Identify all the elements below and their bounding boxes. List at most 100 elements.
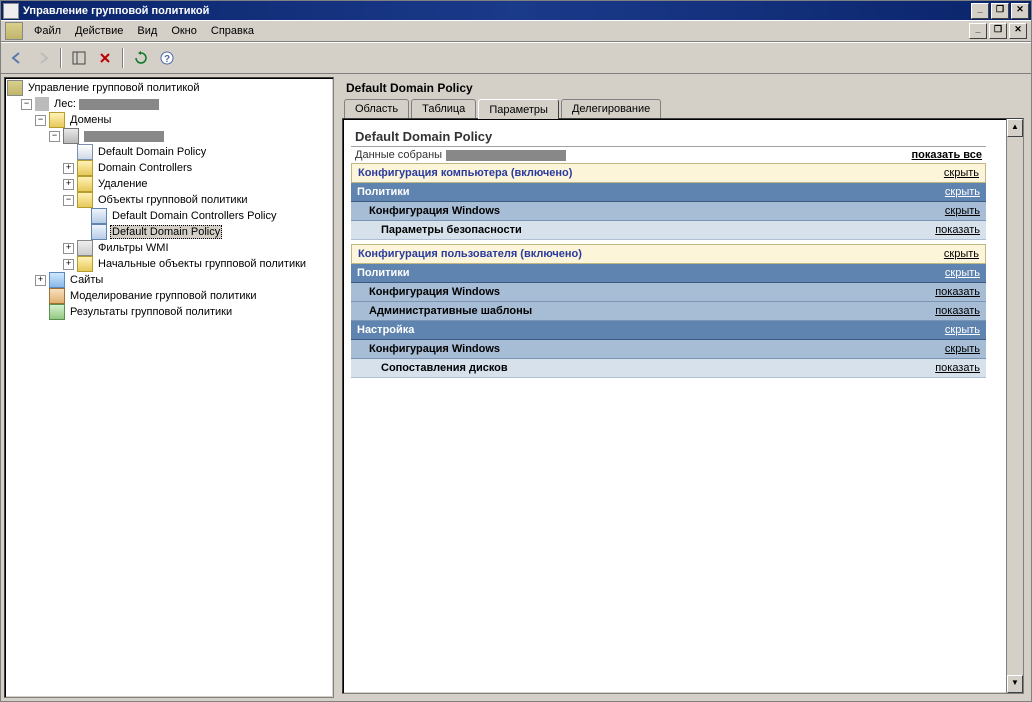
refresh-button[interactable] bbox=[129, 46, 153, 70]
tab-details[interactable]: Таблица bbox=[411, 99, 476, 118]
scroll-down-button[interactable]: ▼ bbox=[1007, 675, 1023, 693]
minimize-button[interactable]: _ bbox=[971, 3, 989, 19]
expander-icon[interactable]: − bbox=[63, 195, 74, 206]
section-computer-config[interactable]: Конфигурация компьютера (включено) скрыт… bbox=[351, 163, 986, 183]
section-policies[interactable]: Политики скрыть bbox=[351, 183, 986, 202]
console-icon bbox=[5, 22, 23, 40]
tree-pane[interactable]: Управление групповой политикой − Лес: − … bbox=[4, 77, 334, 698]
hide-link[interactable]: скрыть bbox=[945, 205, 980, 217]
tab-settings[interactable]: Параметры bbox=[478, 99, 559, 119]
tree-forest[interactable]: − Лес: bbox=[7, 96, 331, 112]
section-windows-config-pref[interactable]: Конфигурация Windows скрыть bbox=[351, 340, 986, 359]
gpo-link-icon bbox=[77, 144, 93, 160]
section-windows-config[interactable]: Конфигурация Windows скрыть bbox=[351, 202, 986, 221]
section-admin-templates[interactable]: Административные шаблоны показать bbox=[351, 302, 986, 321]
hide-link[interactable]: скрыть bbox=[945, 324, 980, 336]
forest-icon bbox=[35, 97, 49, 111]
mdi-minimize-button[interactable]: _ bbox=[969, 23, 987, 39]
forward-button[interactable] bbox=[31, 46, 55, 70]
menu-help[interactable]: Справка bbox=[204, 23, 261, 39]
expander-icon[interactable]: + bbox=[63, 163, 74, 174]
hide-link[interactable]: скрыть bbox=[945, 343, 980, 355]
show-link[interactable]: показать bbox=[935, 286, 980, 298]
gpo-container-icon bbox=[77, 192, 93, 208]
titlebar: Управление групповой политикой _ ❐ ✕ bbox=[1, 1, 1031, 20]
menubar: Файл Действие Вид Окно Справка _ ❐ ✕ bbox=[1, 20, 1031, 42]
results-icon bbox=[49, 304, 65, 320]
toolbar: ? bbox=[1, 42, 1031, 74]
app-icon bbox=[3, 3, 19, 19]
hide-link[interactable]: скрыть bbox=[944, 248, 979, 260]
mdi-restore-button[interactable]: ❐ bbox=[989, 23, 1007, 39]
expander-icon[interactable]: + bbox=[63, 243, 74, 254]
mdi-close-button[interactable]: ✕ bbox=[1009, 23, 1027, 39]
expander-icon[interactable]: + bbox=[63, 259, 74, 270]
hide-link[interactable]: скрыть bbox=[945, 186, 980, 198]
tree-gpo-objects[interactable]: − Объекты групповой политики bbox=[7, 192, 331, 208]
menu-file[interactable]: Файл bbox=[27, 23, 68, 39]
tab-scope[interactable]: Область bbox=[344, 99, 409, 118]
gpmc-icon bbox=[7, 80, 23, 96]
tree-root[interactable]: Управление групповой политикой bbox=[7, 80, 331, 96]
section-windows-config-user[interactable]: Конфигурация Windows показать bbox=[351, 283, 986, 302]
delete-button[interactable] bbox=[93, 46, 117, 70]
ou-icon bbox=[77, 160, 93, 176]
show-link[interactable]: показать bbox=[935, 305, 980, 317]
vertical-scrollbar[interactable]: ▲ ▼ bbox=[1006, 119, 1023, 693]
details-title: Default Domain Policy bbox=[355, 129, 492, 144]
section-user-config[interactable]: Конфигурация пользователя (включено) скр… bbox=[351, 244, 986, 264]
menu-window[interactable]: Окно bbox=[164, 23, 204, 39]
forest-name-redacted bbox=[79, 99, 159, 110]
back-button[interactable] bbox=[5, 46, 29, 70]
svg-text:?: ? bbox=[164, 54, 170, 65]
section-security-settings[interactable]: Параметры безопасности показать bbox=[351, 221, 986, 240]
data-collected-value-redacted bbox=[446, 150, 566, 161]
menu-view[interactable]: Вид bbox=[130, 23, 164, 39]
show-hide-console-tree-button[interactable] bbox=[67, 46, 91, 70]
menu-action[interactable]: Действие bbox=[68, 23, 130, 39]
expander-icon[interactable]: + bbox=[35, 275, 46, 286]
tree-results[interactable]: Результаты групповой политики bbox=[7, 304, 331, 320]
domains-icon bbox=[49, 112, 65, 128]
tabstrip: Область Таблица Параметры Делегирование bbox=[338, 99, 1028, 118]
domain-icon bbox=[63, 128, 79, 144]
starter-gpo-icon bbox=[77, 256, 93, 272]
details-panel: Default Domain Policy Данные собраны пок… bbox=[342, 118, 1024, 694]
maximize-button[interactable]: ❐ bbox=[991, 3, 1009, 19]
tree-modeling[interactable]: Моделирование групповой политики bbox=[7, 288, 331, 304]
tree-ddp-selected[interactable]: Default Domain Policy bbox=[7, 224, 331, 240]
main-header: Default Domain Policy bbox=[338, 77, 1028, 99]
expander-icon[interactable]: + bbox=[63, 179, 74, 190]
tree-sites[interactable]: + Сайты bbox=[7, 272, 331, 288]
help-button[interactable]: ? bbox=[155, 46, 179, 70]
tree-ddcp[interactable]: Default Domain Controllers Policy bbox=[7, 208, 331, 224]
close-button[interactable]: ✕ bbox=[1011, 3, 1029, 19]
section-preferences[interactable]: Настройка скрыть bbox=[351, 321, 986, 340]
tab-delegation[interactable]: Делегирование bbox=[561, 99, 661, 118]
show-all-link[interactable]: показать все bbox=[912, 149, 983, 161]
expander-icon[interactable]: − bbox=[21, 99, 32, 110]
tree-starter[interactable]: + Начальные объекты групповой политики bbox=[7, 256, 331, 272]
section-drive-maps[interactable]: Сопоставления дисков показать bbox=[351, 359, 986, 378]
section-policies-user[interactable]: Политики скрыть bbox=[351, 264, 986, 283]
gpo-icon bbox=[91, 224, 107, 240]
wmi-filters-icon bbox=[77, 240, 93, 256]
hide-link[interactable]: скрыть bbox=[944, 167, 979, 179]
tree-wmi[interactable]: + Фильтры WMI bbox=[7, 240, 331, 256]
show-link[interactable]: показать bbox=[935, 362, 980, 374]
hide-link[interactable]: скрыть bbox=[945, 267, 980, 279]
tree-deletion[interactable]: + Удаление bbox=[7, 176, 331, 192]
domain-name-redacted bbox=[84, 131, 164, 142]
tree-domains[interactable]: − Домены bbox=[7, 112, 331, 128]
sites-icon bbox=[49, 272, 65, 288]
tree-domain[interactable]: − bbox=[7, 128, 331, 144]
tree-ddp-link[interactable]: Default Domain Policy bbox=[7, 144, 331, 160]
show-link[interactable]: показать bbox=[935, 224, 980, 236]
tree-domain-controllers[interactable]: + Domain Controllers bbox=[7, 160, 331, 176]
expander-icon[interactable]: − bbox=[35, 115, 46, 126]
scroll-up-button[interactable]: ▲ bbox=[1007, 119, 1023, 137]
expander-icon[interactable]: − bbox=[49, 131, 60, 142]
scroll-track[interactable] bbox=[1007, 137, 1023, 675]
modeling-icon bbox=[49, 288, 65, 304]
window-title: Управление групповой политикой bbox=[23, 5, 209, 17]
